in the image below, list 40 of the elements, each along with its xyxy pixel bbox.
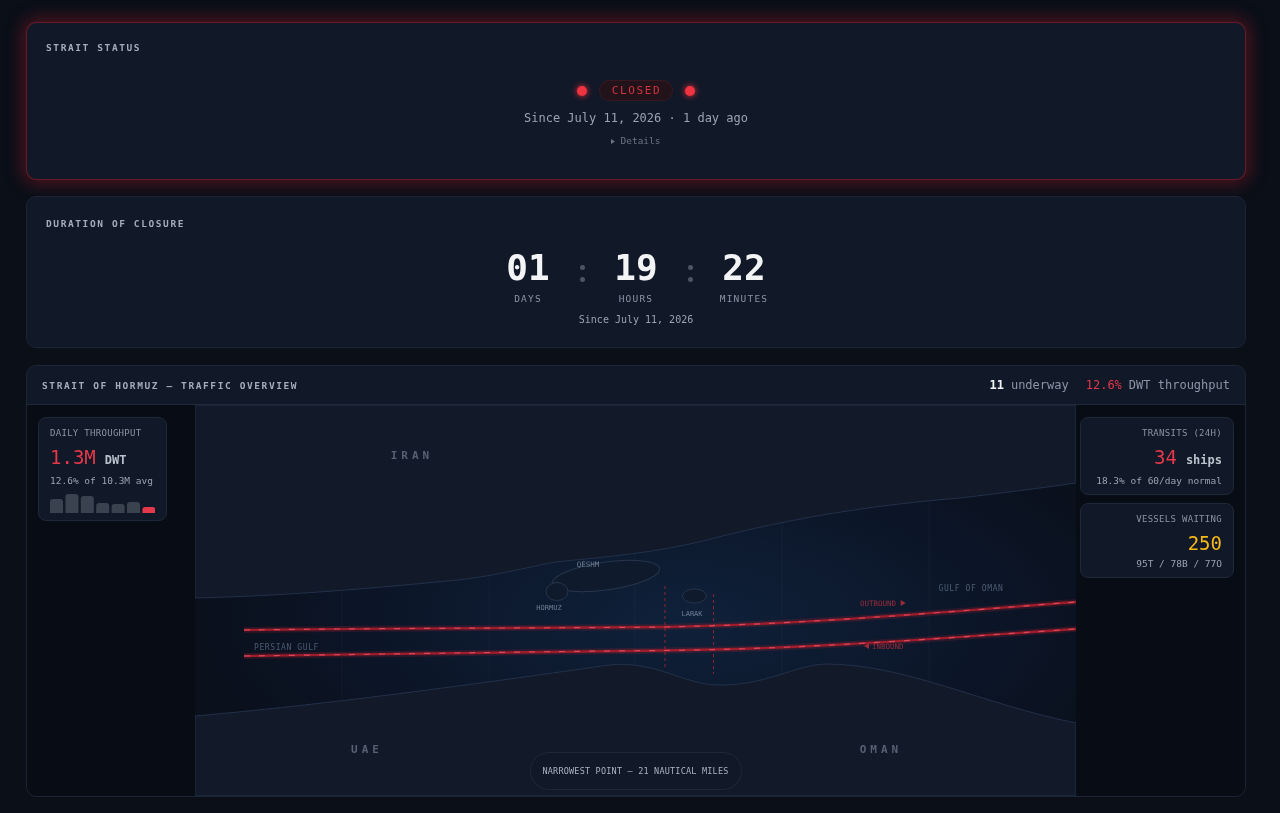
water-label: PERSIAN GULF (254, 643, 319, 652)
countdown-value: 01 (506, 247, 550, 289)
status-dot-icon (685, 85, 696, 96)
stat-title: VESSELS WAITING (1136, 513, 1222, 525)
card-title: STRAIT STATUS (46, 41, 142, 55)
arrow-left-icon (864, 643, 869, 649)
stat-title: DAILY THROUGHPUT (50, 427, 142, 439)
narrowest-point-badge: NARROWEST POINT — 21 NAUTICAL MILES (529, 752, 742, 790)
underway-count: 11 (989, 378, 1004, 392)
stat-note: 95T / 78B / 77O (1136, 558, 1222, 570)
stat-value: 1.3M (50, 446, 96, 468)
underway-label: underway (1010, 378, 1069, 392)
water-label: GULF OF OMAN (938, 584, 1004, 593)
details-toggle[interactable]: Details (609, 134, 663, 148)
stat-unit: ships (1185, 452, 1222, 469)
countdown-value: 22 (722, 247, 766, 289)
arrow-right-icon (900, 600, 906, 606)
status-dot-icon (576, 85, 587, 96)
colon-separator-icon (687, 265, 693, 282)
status-badge: CLOSED (598, 80, 674, 101)
country-label: IRAN (390, 449, 434, 462)
throughput-label: DWT throughput (1128, 378, 1230, 392)
countdown-unit-label: DAYS (514, 292, 542, 306)
countdown-value: 19 (614, 247, 658, 289)
panel-title: STRAIT OF HORMUZ — TRAFFIC OVERVIEW (42, 379, 299, 391)
colon-separator-icon (579, 265, 585, 282)
stat-value: 34 (1154, 446, 1177, 468)
since-text: Since July 11, 2026 (578, 313, 694, 327)
stat-value: 250 (1187, 532, 1222, 554)
countdown-unit-label: HOURS (618, 292, 654, 306)
country-label: UAE (351, 743, 383, 756)
throughput-percent: 12.6% (1085, 378, 1122, 392)
stat-title: TRANSITS (24H) (1141, 427, 1222, 439)
stat-note: 12.6% of 10.3M avg (50, 475, 153, 487)
stat-note: 18.3% of 60/day normal (1096, 475, 1222, 487)
country-label: OMAN (859, 743, 903, 756)
countdown-unit-label: MINUTES (719, 292, 769, 306)
since-text: Since July 11, 2026 · 1 day ago (524, 110, 748, 126)
stat-unit: DWT (104, 452, 127, 469)
card-title: DURATION OF CLOSURE (46, 217, 186, 231)
